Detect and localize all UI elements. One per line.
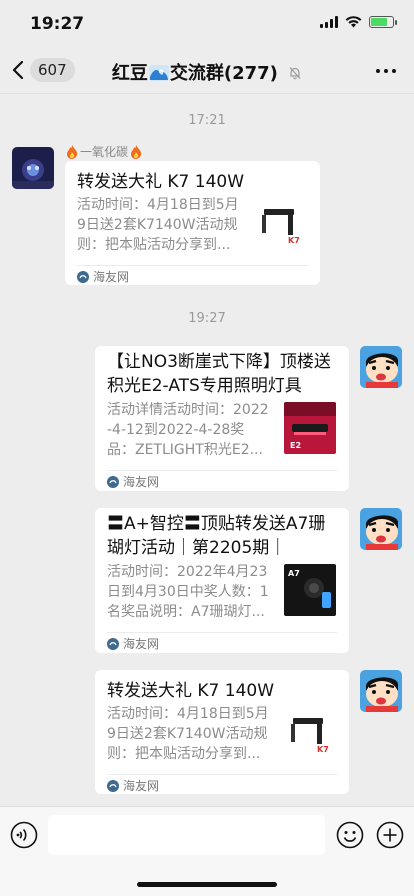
emoji-icon[interactable] bbox=[336, 821, 364, 849]
chat-title: 红豆 交流群(277) bbox=[0, 59, 414, 85]
fire-emoji-icon bbox=[67, 144, 78, 159]
card-title: 转发送大礼 K7 140W bbox=[107, 681, 275, 701]
fire-emoji-icon bbox=[131, 144, 142, 159]
sender-name: 一氧化碳 bbox=[66, 143, 142, 160]
self-avatar[interactable] bbox=[360, 346, 402, 388]
card-description: 活动时间：4月18日到5月 9日送2套K7140W活动规 则：把本贴活动分享到.… bbox=[107, 706, 269, 762]
home-indicator bbox=[137, 882, 277, 887]
card-thumbnail: K7 bbox=[258, 199, 310, 251]
source-app-icon bbox=[107, 779, 119, 792]
link-card[interactable]: 【让NO3断崖式下降】顶楼送 积光E2-ATS专用照明灯具 活动详情活动时间：2… bbox=[95, 346, 349, 491]
self-avatar-image bbox=[360, 508, 402, 550]
chat-title-part2: 交流群(277) bbox=[169, 63, 278, 84]
card-description: 活动时间：4月18日到5月 9日送2套K7140W活动规 则：把本贴活动分享到.… bbox=[77, 197, 239, 253]
signal-icon bbox=[320, 16, 338, 28]
source-app-icon bbox=[107, 475, 119, 488]
card-title: 〓A+智控〓顶贴转发送A7珊 瑚灯活动｜第2205期｜ bbox=[107, 514, 326, 558]
more-button[interactable] bbox=[376, 69, 396, 73]
timestamp: 17:21 bbox=[188, 113, 226, 128]
self-avatar[interactable] bbox=[360, 508, 402, 550]
status-icons bbox=[320, 16, 397, 28]
sender-name-text: 一氧化碳 bbox=[80, 145, 129, 159]
more-icon bbox=[376, 69, 380, 73]
self-avatar-image bbox=[360, 670, 402, 712]
self-avatar[interactable] bbox=[360, 670, 402, 712]
link-card[interactable]: 转发送大礼 K7 140W 活动时间：4月18日到5月 9日送2套K7140W活… bbox=[65, 161, 320, 285]
message-input[interactable] bbox=[48, 815, 325, 855]
svg-text:A7: A7 bbox=[288, 569, 300, 578]
sender-avatar-image bbox=[12, 147, 54, 189]
svg-text:K7: K7 bbox=[317, 745, 329, 754]
card-description: 活动详情活动时间：2022 -4-12到2022-4-28奖 品：ZETLIGH… bbox=[107, 402, 269, 458]
card-description: 活动时间：2022年4月23 日到4月30日中奖人数：1 名奖品说明：A7珊瑚灯… bbox=[107, 564, 269, 620]
timestamp: 19:27 bbox=[188, 311, 226, 326]
card-thumbnail: E2 bbox=[284, 402, 336, 454]
card-title: 【让NO3断崖式下降】顶楼送 积光E2-ATS专用照明灯具 bbox=[107, 352, 331, 396]
sender-avatar[interactable] bbox=[12, 147, 54, 189]
link-card[interactable]: 〓A+智控〓顶贴转发送A7珊 瑚灯活动｜第2205期｜ 活动时间：2022年4月… bbox=[95, 508, 349, 653]
svg-text:E2: E2 bbox=[290, 441, 301, 450]
status-bar: 19:27 bbox=[0, 0, 414, 48]
card-thumbnail: K7 bbox=[287, 708, 339, 760]
card-source: 海友网 bbox=[107, 473, 159, 490]
link-card[interactable]: 转发送大礼 K7 140W 活动时间：4月18日到5月 9日送2套K7140W活… bbox=[95, 670, 349, 794]
card-title: 转发送大礼 K7 140W bbox=[77, 172, 245, 192]
card-source: 海友网 bbox=[107, 777, 159, 794]
svg-text:K7: K7 bbox=[288, 236, 300, 245]
wave-emoji-icon bbox=[148, 65, 169, 81]
voice-icon[interactable] bbox=[10, 821, 38, 849]
plus-icon[interactable] bbox=[376, 821, 404, 849]
battery-icon bbox=[369, 16, 397, 28]
card-source: 海友网 bbox=[107, 635, 159, 652]
chat-header: 607 红豆 交流群(277) bbox=[0, 48, 414, 94]
wifi-icon bbox=[345, 16, 362, 28]
chat-title-part1: 红豆 bbox=[111, 63, 148, 84]
status-time: 19:27 bbox=[30, 14, 85, 34]
battery-fill bbox=[371, 18, 387, 26]
self-avatar-image bbox=[360, 346, 402, 388]
source-app-icon bbox=[77, 270, 89, 283]
card-thumbnail: A7 bbox=[284, 564, 336, 616]
card-source: 海友网 bbox=[77, 268, 129, 285]
mute-bell-icon bbox=[289, 67, 301, 80]
source-app-icon bbox=[107, 637, 119, 650]
